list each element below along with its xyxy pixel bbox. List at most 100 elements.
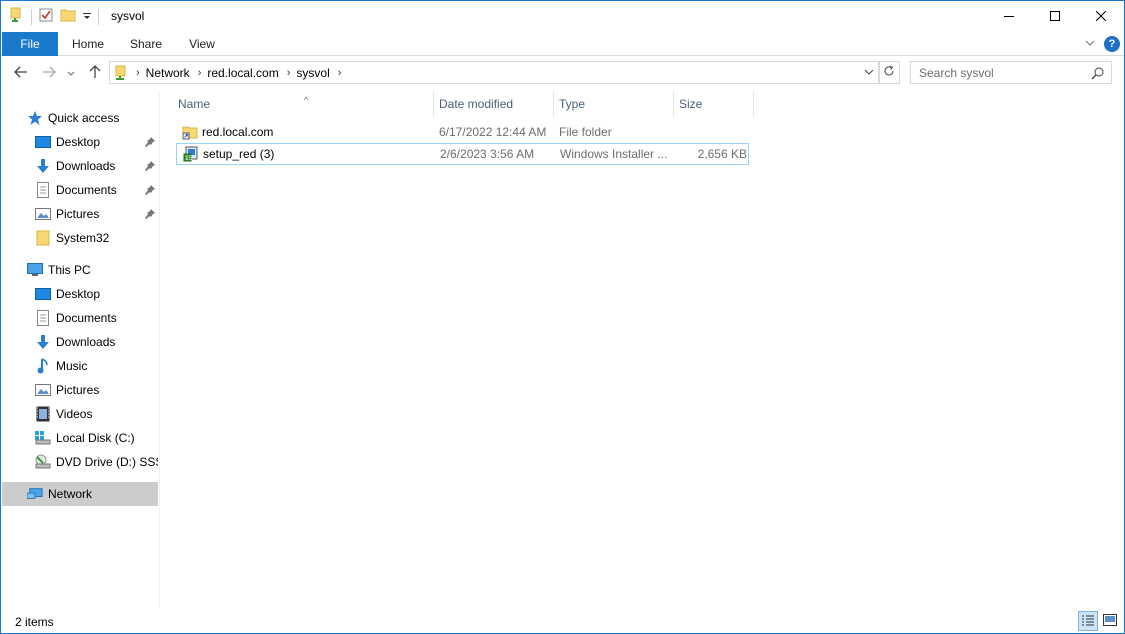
sidebar-item-qa-documents[interactable]: Documents (2, 178, 158, 202)
sidebar-item-qa-downloads[interactable]: Downloads (2, 154, 158, 178)
pin-icon[interactable] (145, 160, 155, 174)
sidebar-item-network[interactable]: Network (2, 482, 158, 506)
sidebar-item-label: DVD Drive (D:) SSS_X (56, 455, 158, 469)
search-box[interactable] (910, 61, 1112, 84)
recent-locations-button[interactable] (64, 63, 78, 83)
file-row[interactable]: 15 setup_red (3) 2/6/2023 3:56 AM Window… (176, 143, 749, 165)
sidebar-item-pc-desktop[interactable]: Desktop (2, 282, 158, 306)
sidebar-item-label: Music (56, 359, 88, 373)
document-icon (35, 310, 51, 326)
details-view-icon (1081, 614, 1095, 629)
explorer-window: sysvol File Home Share View ? › Network … (0, 0, 1125, 634)
sidebar-item-pc-downloads[interactable]: Downloads (2, 330, 158, 354)
address-dropdown-icon[interactable] (863, 66, 875, 81)
network-folder-icon (114, 65, 128, 81)
pin-icon[interactable] (145, 136, 155, 150)
breadcrumb-separator-icon[interactable]: › (136, 67, 140, 79)
expand-ribbon-icon[interactable] (1084, 37, 1096, 52)
quick-access-toolbar (9, 7, 99, 26)
tab-file[interactable]: File (2, 32, 58, 56)
navigation-pane: Quick access Desktop Downloads Documents… (1, 91, 161, 607)
back-arrow-icon (14, 66, 28, 81)
breadcrumb-network[interactable]: Network (146, 66, 190, 80)
sidebar-item-label: Downloads (56, 335, 116, 349)
file-row[interactable]: red.local.com 6/17/2022 12:44 AM File fo… (176, 122, 749, 144)
details-view-button[interactable] (1078, 611, 1098, 631)
file-date-cell: 6/17/2022 12:44 AM (439, 125, 547, 139)
tab-home[interactable]: Home (63, 32, 113, 56)
sidebar-item-pc-documents[interactable]: Documents (2, 306, 158, 330)
tab-share[interactable]: Share (121, 32, 171, 56)
breadcrumb-sysvol[interactable]: sysvol (296, 66, 329, 80)
column-header-date[interactable]: Date modified (434, 91, 554, 117)
up-arrow-icon (89, 64, 101, 82)
pin-icon[interactable] (145, 208, 155, 222)
sidebar-item-label: Videos (56, 407, 93, 421)
breadcrumb-red-local-com[interactable]: red.local.com (207, 66, 278, 80)
file-name-cell: 15 setup_red (3) (183, 146, 275, 162)
status-bar: 2 items (1, 609, 1124, 633)
column-header-type[interactable]: Type (554, 91, 674, 117)
sort-ascending-icon: ^ (304, 95, 309, 105)
breadcrumb-separator-icon[interactable]: › (287, 67, 291, 79)
sidebar-item-label: Local Disk (C:) (56, 431, 135, 445)
maximize-button[interactable] (1032, 1, 1078, 32)
chevron-down-icon (67, 66, 75, 80)
desktop-icon (35, 134, 51, 150)
sidebar-item-pc-pictures[interactable]: Pictures (2, 378, 158, 402)
refresh-icon (883, 65, 895, 80)
file-type-cell: Windows Installer ... (560, 147, 668, 161)
sidebar-item-pc-music[interactable]: Music (2, 354, 158, 378)
document-icon (35, 182, 51, 198)
sidebar-item-label: System32 (56, 231, 110, 245)
file-list: ^ Name Date modified Type Size red.local… (168, 91, 1124, 607)
column-header-size[interactable]: Size (674, 91, 754, 117)
breadcrumb-separator-icon[interactable]: › (338, 67, 342, 79)
pin-icon[interactable] (145, 184, 155, 198)
sidebar-item-label: Quick access (48, 111, 120, 125)
navigation-bar: › Network › red.local.com › sysvol › (1, 57, 1124, 89)
ribbon-tabs: File Home Share View ? (1, 32, 1124, 56)
window-title: sysvol (111, 9, 145, 23)
folder-tree-icon[interactable] (9, 7, 25, 26)
properties-icon[interactable] (38, 7, 54, 26)
close-button[interactable] (1078, 1, 1124, 32)
sidebar-item-label: Pictures (56, 207, 100, 221)
new-folder-icon[interactable] (60, 7, 76, 26)
drive-icon (35, 430, 51, 446)
svg-text:15: 15 (185, 155, 193, 162)
address-bar[interactable]: › Network › red.local.com › sysvol › (109, 61, 880, 84)
back-button[interactable] (11, 63, 31, 83)
sidebar-item-pc-dvd-drive[interactable]: DVD Drive (D:) SSS_X (2, 450, 158, 474)
tab-view[interactable]: View (177, 32, 227, 56)
sidebar-item-pc-videos[interactable]: Videos (2, 402, 158, 426)
refresh-button[interactable] (878, 61, 900, 84)
sidebar-item-pc-local-disk[interactable]: Local Disk (C:) (2, 426, 158, 450)
search-icon[interactable] (1091, 66, 1105, 83)
desktop-icon (35, 286, 51, 302)
sidebar-item-qa-pictures[interactable]: Pictures (2, 202, 158, 226)
close-icon (1095, 10, 1107, 24)
sidebar-item-label: Downloads (56, 159, 116, 173)
download-icon (35, 158, 51, 174)
large-icons-view-button[interactable] (1100, 611, 1120, 631)
minimize-button[interactable] (986, 1, 1032, 32)
sidebar-item-this-pc[interactable]: This PC (2, 258, 158, 282)
breadcrumb-separator-icon[interactable]: › (198, 67, 202, 79)
search-input[interactable] (911, 62, 1081, 83)
column-header-name[interactable]: ^ Name (173, 91, 434, 117)
title-bar: sysvol (1, 1, 1124, 32)
forward-button[interactable] (39, 63, 59, 83)
sidebar-item-qa-desktop[interactable]: Desktop (2, 130, 158, 154)
sidebar-item-quick-access[interactable]: Quick access (2, 106, 158, 130)
network-icon (27, 486, 43, 502)
sidebar-item-qa-system32[interactable]: System32 (2, 226, 158, 250)
column-divider[interactable] (753, 91, 754, 117)
video-icon (35, 406, 51, 422)
up-button[interactable] (85, 63, 105, 83)
customize-toolbar-icon[interactable] (82, 10, 92, 24)
sidebar-item-label: Documents (56, 183, 117, 197)
help-icon[interactable]: ? (1104, 36, 1120, 52)
folder-icon (35, 230, 51, 246)
sidebar-item-label: This PC (48, 263, 91, 277)
